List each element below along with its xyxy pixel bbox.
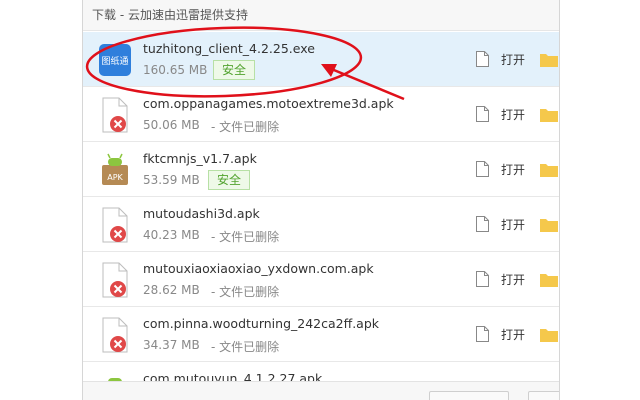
document-icon[interactable] xyxy=(476,51,489,67)
open-button[interactable]: 打开 xyxy=(501,271,525,288)
android-apk-icon: APK xyxy=(102,153,128,185)
file-size: 50.06 MB xyxy=(143,118,200,132)
document-icon[interactable] xyxy=(476,106,489,122)
dialog-footer xyxy=(83,381,559,400)
download-item[interactable]: mutoudashi3d.apk 40.23 MB - 文件已删除 打开 xyxy=(83,197,559,252)
folder-icon[interactable] xyxy=(540,328,558,342)
file-deleted-status: - 文件已删除 xyxy=(211,340,280,354)
footer-button-secondary[interactable] xyxy=(528,391,559,400)
file-deleted-status: - 文件已删除 xyxy=(211,285,280,299)
tuzhitong-app-icon: 图纸通 xyxy=(99,44,131,76)
download-item[interactable]: APK fktcmnjs_v1.7.apk 53.59 MB 安全 打开 xyxy=(83,142,559,197)
file-size: 53.59 MB xyxy=(143,173,200,187)
safe-badge: 安全 xyxy=(208,170,251,190)
document-icon[interactable] xyxy=(476,161,489,177)
file-name: fktcmnjs_v1.7.apk xyxy=(143,151,257,166)
file-deleted-status: - 文件已删除 xyxy=(211,120,280,134)
folder-icon[interactable] xyxy=(540,53,558,67)
download-item[interactable]: com.oppanagames.motoextreme3d.apk 50.06 … xyxy=(83,87,559,142)
open-button[interactable]: 打开 xyxy=(501,326,525,343)
open-button[interactable]: 打开 xyxy=(501,216,525,233)
svg-text:APK: APK xyxy=(107,173,123,182)
document-icon[interactable] xyxy=(476,271,489,287)
file-name: com.pinna.woodturning_242ca2ff.apk xyxy=(143,316,380,331)
file-size: 34.37 MB xyxy=(143,338,200,352)
deleted-file-icon xyxy=(102,97,128,133)
document-icon[interactable] xyxy=(476,216,489,232)
file-name: tuzhitong_client_4.2.25.exe xyxy=(143,41,315,56)
download-item[interactable]: mutouxiaoxiaoxiao_yxdown.com.apk 28.62 M… xyxy=(83,252,559,307)
open-button[interactable]: 打开 xyxy=(501,161,525,178)
folder-icon[interactable] xyxy=(540,218,558,232)
document-icon[interactable] xyxy=(476,326,489,342)
deleted-file-icon xyxy=(102,317,128,353)
deleted-file-icon xyxy=(102,207,128,243)
open-button[interactable]: 打开 xyxy=(501,106,525,123)
download-item[interactable]: com.pinna.woodturning_242ca2ff.apk 34.37… xyxy=(83,307,559,362)
open-button[interactable]: 打开 xyxy=(501,51,525,68)
download-item[interactable]: 图纸通 tuzhitong_client_4.2.25.exe 160.65 M… xyxy=(83,32,559,87)
file-name: mutoudashi3d.apk xyxy=(143,206,260,221)
download-panel: 下载 - 云加速由迅雷提供支持 图纸通 tuzhitong_client_4.2… xyxy=(82,0,560,400)
folder-icon[interactable] xyxy=(540,273,558,287)
window-title: 下载 - 云加速由迅雷提供支持 xyxy=(83,0,559,31)
folder-icon[interactable] xyxy=(540,163,558,177)
file-size: 28.62 MB xyxy=(143,283,200,297)
file-size: 160.65 MB xyxy=(143,63,208,77)
footer-button[interactable] xyxy=(429,391,509,400)
file-name: mutouxiaoxiaoxiao_yxdown.com.apk xyxy=(143,261,374,276)
file-name: com.oppanagames.motoextreme3d.apk xyxy=(143,96,394,111)
file-deleted-status: - 文件已删除 xyxy=(211,230,280,244)
svg-text:图纸通: 图纸通 xyxy=(101,55,128,67)
deleted-file-icon xyxy=(102,262,128,298)
file-size: 40.23 MB xyxy=(143,228,200,242)
folder-icon[interactable] xyxy=(540,108,558,122)
safe-badge: 安全 xyxy=(213,60,256,80)
